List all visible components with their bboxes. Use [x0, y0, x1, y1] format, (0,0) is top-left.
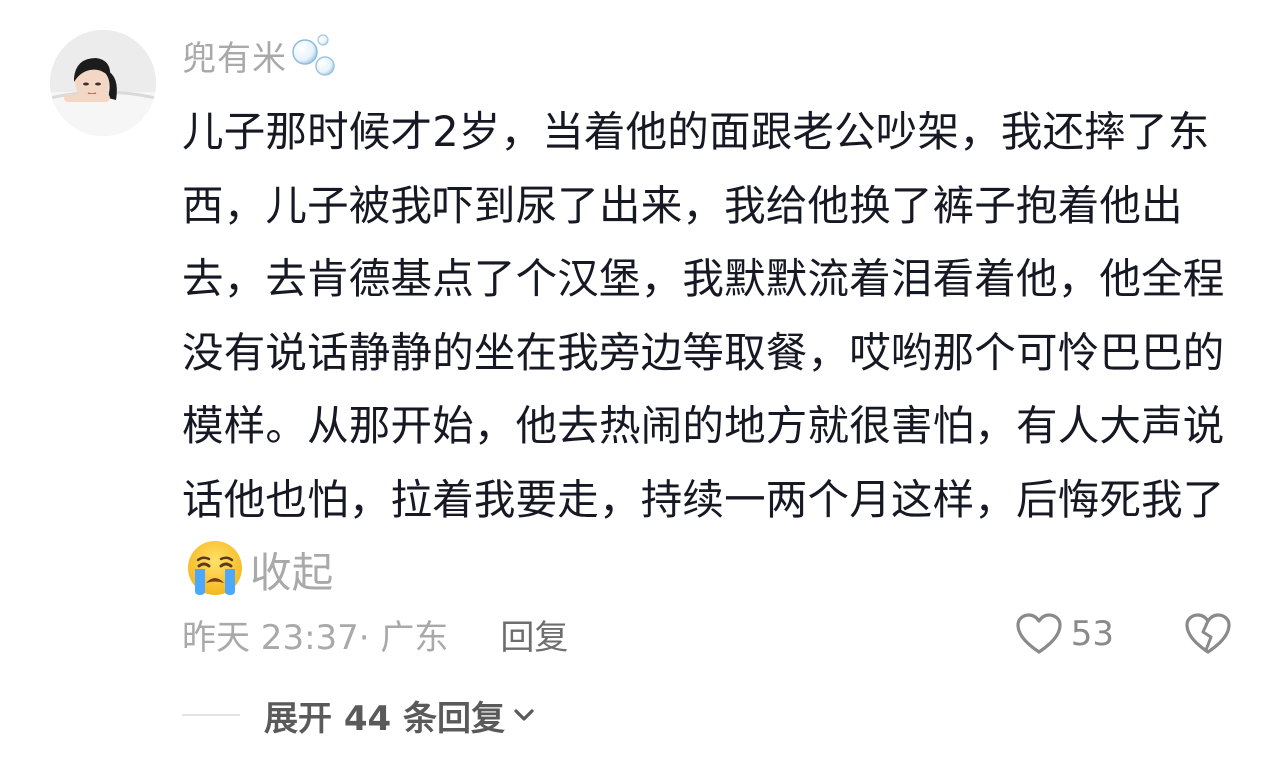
crying-face-icon — [188, 541, 242, 595]
like-count: 53 — [1070, 614, 1114, 654]
expand-replies-button[interactable]: 展开 44 条回复 — [264, 691, 537, 740]
expand-replies-row: 展开 44 条回复 — [182, 690, 537, 740]
comment-text: 儿子那时候才2岁，当着他的面跟老公吵架，我还摔了东西，儿子被我吓到尿了出来，我给… — [182, 95, 1227, 610]
username[interactable]: 兜有米 — [182, 31, 287, 80]
comment-meta: 昨天 23:37· 广东 回复 53 — [182, 606, 1242, 662]
time-location: 昨天 23:37· 广东 — [182, 617, 449, 658]
bubbles-icon — [292, 34, 335, 76]
like-button[interactable]: 53 — [1015, 606, 1114, 662]
chevron-down-icon — [514, 709, 534, 721]
comment-body: 儿子那时候才2岁，当着他的面跟老公吵架，我还摔了东西，儿子被我吓到尿了出来，我给… — [182, 107, 1225, 524]
dislike-broken-heart-icon[interactable] — [1184, 612, 1232, 656]
heart-icon — [1016, 613, 1062, 654]
avatar[interactable] — [50, 30, 156, 136]
divider-line — [182, 714, 240, 716]
avatar-image — [50, 30, 156, 136]
collapse-button[interactable]: 收起 — [250, 548, 333, 597]
comment-header: 兜有米 — [182, 30, 339, 80]
expand-replies-label: 展开 44 条回复 — [264, 698, 505, 739]
reply-button[interactable]: 回复 — [500, 610, 568, 659]
